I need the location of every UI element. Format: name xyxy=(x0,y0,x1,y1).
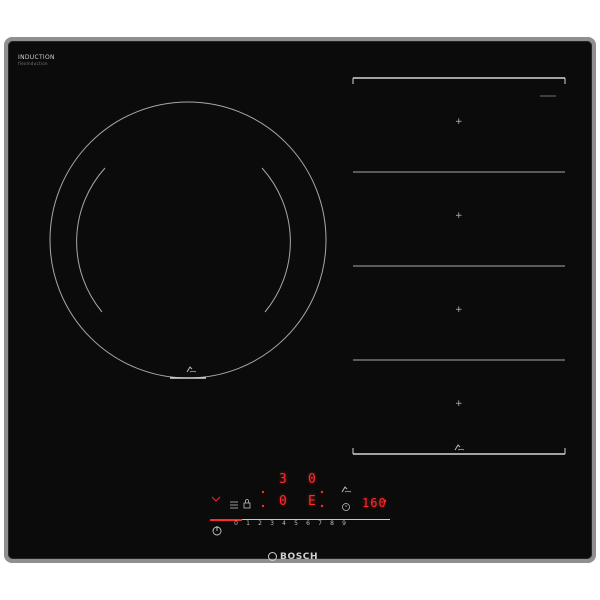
slider-step-8[interactable]: 8 xyxy=(326,520,338,527)
cooktop-graphics xyxy=(49,77,566,536)
slider-step-9[interactable]: 9 xyxy=(338,520,350,527)
slider-step-0[interactable]: 0 xyxy=(230,520,242,527)
flex-zone-pan-icon xyxy=(454,444,465,451)
menu-icon[interactable] xyxy=(230,501,238,509)
zone3-power-display[interactable]: 0 xyxy=(279,494,287,509)
lock-icon[interactable] xyxy=(243,499,251,509)
zone-dot-2 xyxy=(320,490,324,494)
zone-dot-1 xyxy=(261,490,265,494)
bosch-logo-icon xyxy=(268,552,277,561)
flex-zone-plus-4[interactable]: + xyxy=(455,399,463,409)
zone2-power-display[interactable]: 0 xyxy=(308,472,316,487)
power-slider-numbers[interactable]: 0 1 2 3 4 5 6 7 8 9 xyxy=(230,520,350,527)
timer-display[interactable]: 160 xyxy=(362,496,387,510)
slider-step-1[interactable]: 1 xyxy=(242,520,254,527)
zone-select-indicator[interactable] xyxy=(211,496,221,502)
zone-dot-3 xyxy=(261,504,265,508)
slider-step-6[interactable]: 6 xyxy=(302,520,314,527)
power-icon[interactable] xyxy=(212,526,222,536)
brand-logo-text: BOSCH xyxy=(280,552,319,562)
left-zone-inner-arc-right xyxy=(261,167,291,313)
slider-step-5[interactable]: 5 xyxy=(290,520,302,527)
left-zone-inner-arc-left xyxy=(76,167,106,313)
slider-step-7[interactable]: 7 xyxy=(314,520,326,527)
zone1-power-display[interactable]: 3 xyxy=(279,472,287,487)
left-zone-outer-ring[interactable] xyxy=(49,101,327,379)
flex-zone-plus-2[interactable]: + xyxy=(455,211,463,221)
pan-detect-icon[interactable] xyxy=(341,486,352,493)
slider-step-2[interactable]: 2 xyxy=(254,520,266,527)
timer-icon[interactable] xyxy=(342,503,350,511)
flex-zone-plus-3[interactable]: + xyxy=(455,305,463,315)
zone-dot-4 xyxy=(320,504,324,508)
left-zone-pan-icon xyxy=(186,366,197,373)
slider-step-4[interactable]: 4 xyxy=(278,520,290,527)
zone4-power-display[interactable]: E xyxy=(308,494,316,509)
flex-zone-plus-1[interactable]: + xyxy=(455,117,463,127)
slider-step-3[interactable]: 3 xyxy=(266,520,278,527)
